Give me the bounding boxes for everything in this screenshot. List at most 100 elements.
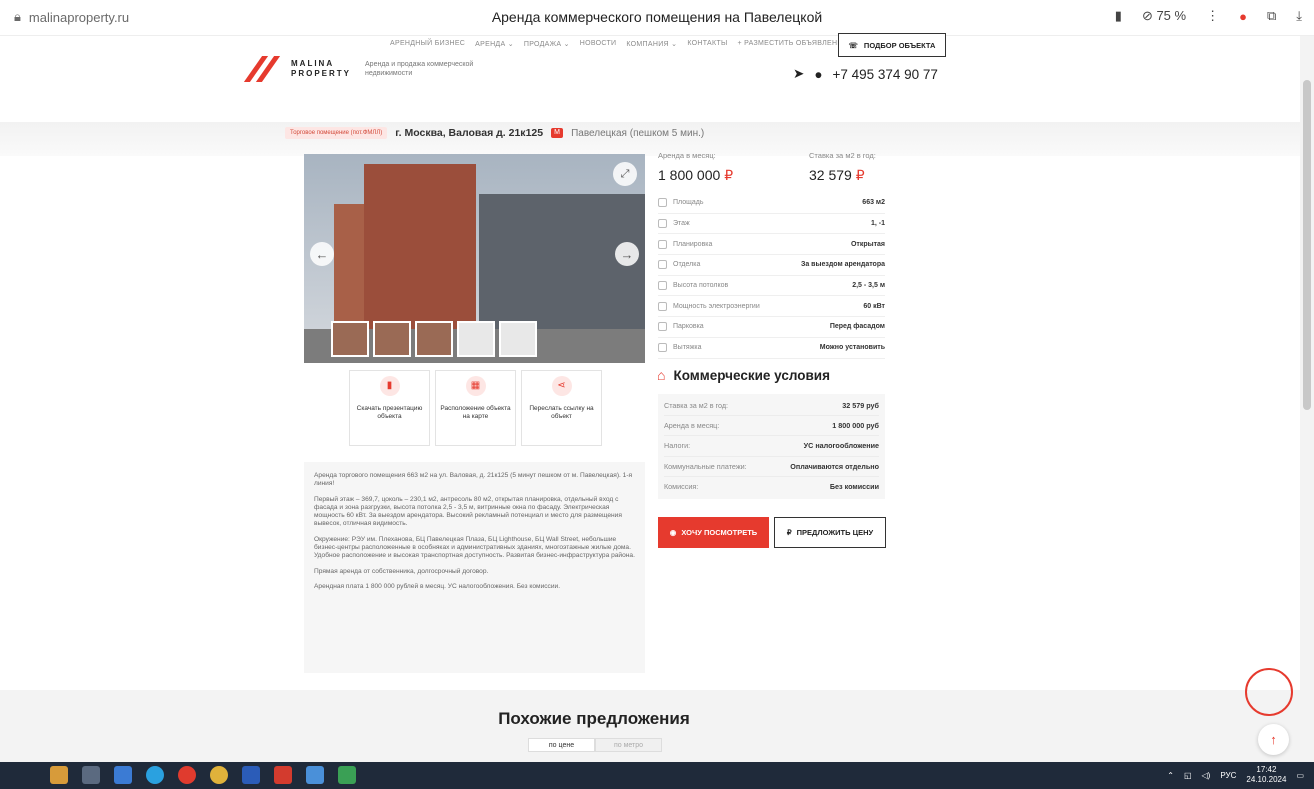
thumbnail[interactable] — [457, 321, 495, 357]
want-to-see-button[interactable]: ◉ Хочу посмотреть — [658, 517, 769, 548]
spec-row-area: Площадь 663 м2 — [658, 193, 885, 214]
next-arrow-icon[interactable]: → — [615, 242, 639, 266]
yandex-browser-icon[interactable] — [210, 766, 228, 784]
description-paragraph: Прямая аренда от собственника, долгосроч… — [314, 567, 489, 575]
parking-icon — [658, 322, 667, 332]
floor-icon — [658, 219, 667, 229]
zoom-indicator[interactable]: ⊘ 75 % — [1142, 8, 1186, 24]
nav-item-business[interactable]: Арендный бизнес — [390, 40, 465, 48]
phone-number[interactable]: +7 495 374 90 77 — [832, 67, 937, 82]
share-link-button[interactable]: ⋖ Переслать ссылку на объект — [521, 370, 602, 446]
ruble-icon: ₽ — [786, 528, 792, 537]
extensions-icon[interactable]: ⧉ — [1267, 8, 1276, 24]
excel-icon[interactable] — [338, 766, 356, 784]
nav-item-company[interactable]: Компания ⌄ — [626, 40, 677, 48]
scrollbar-thumb[interactable] — [1303, 80, 1311, 410]
share-icon: ⋖ — [551, 376, 572, 396]
expand-icon[interactable]: ⤢ — [613, 162, 637, 186]
thumbnail[interactable] — [415, 321, 453, 357]
spec-row-finish: Отделка За выездом арендатора — [658, 255, 885, 276]
building-photo — [364, 164, 476, 334]
system-tray: ⌃ ◱ ◁) РУС 17:42 24.10.2024 ▭ — [1167, 765, 1304, 785]
main-nav: Арендный бизнес Аренда ⌄ Продажа ⌄ Новос… — [390, 40, 848, 48]
description-paragraph: Арендная плата 1 800 000 рублей в месяц.… — [314, 582, 561, 590]
profile-icon[interactable]: ● — [1239, 9, 1247, 24]
spec-row-layout: Планировка Открытая — [658, 234, 885, 256]
acrobat-icon[interactable] — [274, 766, 292, 784]
address: г. Москва, Валовая д. 21к125 — [395, 127, 544, 139]
ceiling-icon — [658, 281, 667, 291]
object-description: Аренда торгового помещения 663 м2 на ул.… — [304, 462, 645, 673]
monthly-rent-label: Аренда в месяц: — [658, 151, 716, 160]
nav-item-contacts[interactable]: Контакты — [687, 40, 727, 48]
monthly-rent-value: 1 800 000 ₽ — [658, 167, 734, 183]
thumbnail-strip — [331, 321, 537, 357]
map-location-button[interactable]: ▦ Расположение объекта на карте — [435, 370, 516, 446]
tab-by-price[interactable]: по цене — [528, 738, 595, 752]
taskbar-apps — [50, 766, 356, 784]
conditions-row: Ставка за м2 в год: 32 579 руб — [664, 396, 879, 417]
tab-by-metro[interactable]: по метро — [595, 738, 662, 752]
start-icon[interactable] — [50, 766, 68, 784]
prev-arrow-icon[interactable]: ← — [310, 242, 334, 266]
download-presentation-button[interactable]: ▮ Скачать презентацию объекта — [349, 370, 430, 446]
area-icon — [658, 198, 667, 208]
bookmark-icon[interactable]: ▮ — [1115, 8, 1122, 24]
nav-item-rent[interactable]: Аренда ⌄ — [475, 40, 514, 48]
eye-icon: ◉ — [669, 528, 677, 537]
file-explorer-icon[interactable] — [114, 766, 132, 784]
description-paragraph: Окружение: РЭУ им. Плеханова, БЦ Павелец… — [314, 535, 635, 560]
layout-icon — [658, 239, 667, 249]
logo-mark-icon — [243, 56, 285, 82]
spec-row-floor: Этаж 1, -1 — [658, 214, 885, 235]
edge-icon[interactable] — [146, 766, 164, 784]
tray-arrow-icon[interactable]: ⌃ — [1167, 771, 1174, 780]
taskbar: ⌃ ◱ ◁) РУС 17:42 24.10.2024 ▭ — [0, 762, 1314, 789]
scrollbar[interactable] — [1300, 36, 1314, 762]
exhaust-icon — [658, 343, 667, 353]
phone-icon: ☏ — [848, 40, 858, 50]
logo-text: MALINA PROPERTY — [291, 59, 352, 78]
network-icon[interactable]: ◱ — [1184, 771, 1192, 780]
whatsapp-icon[interactable]: ● — [814, 67, 822, 82]
menu-dots-icon[interactable]: ⋮ — [1206, 8, 1219, 24]
category-badge: Торговое помещение (пот.ФМЛЛ) — [285, 127, 388, 139]
home-icon: ⌂ — [657, 367, 666, 383]
task-view-icon[interactable] — [82, 766, 100, 784]
similar-title: Похожие предложения — [498, 709, 690, 728]
volume-icon[interactable]: ◁) — [1202, 771, 1211, 780]
spec-row-ceiling: Высота потолков 2,5 - 3,5 м — [658, 276, 885, 297]
pick-object-button[interactable]: ☏ Подбор объекта — [838, 33, 946, 57]
logo[interactable]: MALINA PROPERTY Аренда и продажа коммерч… — [243, 56, 495, 82]
thumbnail[interactable] — [373, 321, 411, 357]
download-icon[interactable]: ⤓ — [1296, 8, 1302, 24]
callback-widget[interactable] — [1245, 668, 1293, 716]
logo-tagline: Аренда и продажа коммерческой недвижимос… — [365, 61, 474, 77]
rate-per-m2-value: 32 579 ₽ — [809, 167, 865, 183]
map-icon: ▦ — [465, 376, 486, 396]
conditions-row: Комиссия: Без комиссии — [664, 482, 879, 492]
conditions-row: Аренда в месяц: 1 800 000 руб — [664, 416, 879, 437]
contacts: ➤ ● +7 495 374 90 77 — [793, 66, 938, 82]
scroll-top-icon[interactable]: ↑ — [1258, 724, 1289, 755]
telegram-icon[interactable]: ➤ — [793, 66, 804, 82]
clock[interactable]: 17:42 24.10.2024 — [1246, 765, 1286, 785]
power-icon — [658, 301, 667, 311]
rate-per-m2-label: Ставка за м2 в год: — [809, 151, 876, 160]
notification-icon[interactable]: ▭ — [1296, 771, 1304, 780]
app-icon[interactable] — [306, 766, 324, 784]
thumbnail[interactable] — [499, 321, 537, 357]
offer-price-button[interactable]: ₽ Предложить цену — [774, 517, 886, 548]
yandex-icon[interactable] — [178, 766, 196, 784]
action-tiles: ▮ Скачать презентацию объекта ▦ Располож… — [349, 370, 602, 446]
thumbnail[interactable] — [331, 321, 369, 357]
specs-list: Площадь 663 м2 Этаж 1, -1 Планировка Открыт… — [658, 193, 885, 359]
spec-row-power: Мощность электроэнергии 60 кВт — [658, 296, 885, 318]
description-paragraph: Первый этаж – 369,7, цоколь – 230,1 м2, … — [314, 495, 622, 528]
word-icon[interactable] — [242, 766, 260, 784]
nav-item-sale[interactable]: Продажа ⌄ — [524, 40, 570, 48]
nav-item-news[interactable]: Новости — [580, 40, 617, 48]
language-indicator[interactable]: РУС — [1220, 771, 1236, 780]
nav-item-post-ad[interactable]: + Разместить объявление — [737, 40, 847, 48]
metro-icon: М — [551, 128, 564, 138]
